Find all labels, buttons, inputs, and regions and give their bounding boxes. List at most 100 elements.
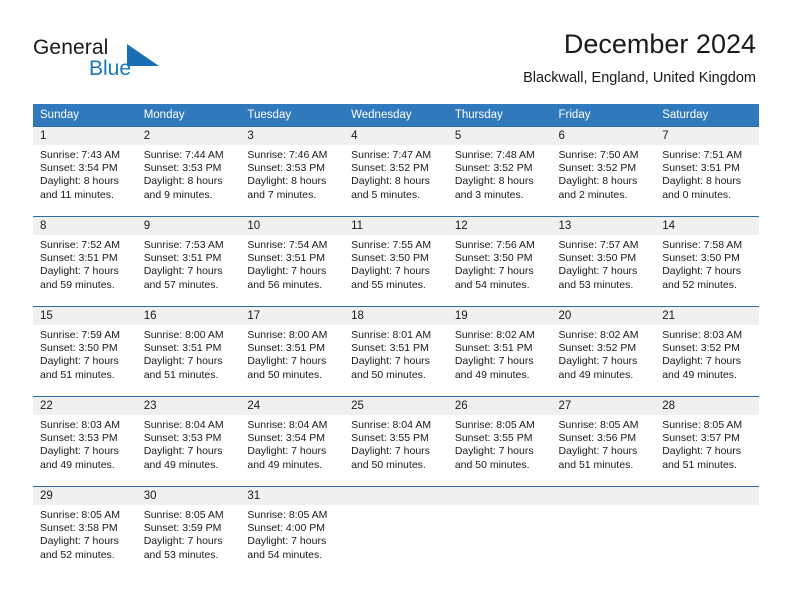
calendar-day-cell[interactable]: 13 Sunrise: 7:57 AM Sunset: 3:50 PM Dayligh… <box>551 216 656 307</box>
daylight-duration-line2: and 50 minutes. <box>247 368 323 381</box>
daylight-duration-line2: and 59 minutes. <box>40 278 115 291</box>
day-number: 30 <box>136 487 241 505</box>
day-cell-inner: 16 Sunrise: 8:00 AM Sunset: 3:51 PM Dayligh… <box>136 307 241 396</box>
day-number: 8 <box>33 217 137 235</box>
calendar-day-cell[interactable]: 10 Sunrise: 7:54 AM Sunset: 3:51 PM Dayligh… <box>240 216 345 307</box>
calendar-day-cell[interactable]: 25 Sunrise: 8:04 AM Sunset: 3:55 PM Dayligh… <box>344 396 448 487</box>
daylight-duration-line1: Daylight: 7 hours <box>558 355 638 368</box>
daylight-duration-line2: and 49 minutes. <box>454 368 530 381</box>
sunrise-time: Sunrise: 8:02 AM <box>558 329 639 341</box>
sunset-time: Sunset: 3:57 PM <box>662 432 740 445</box>
day-details: Sunrise: 8:01 AM Sunset: 3:51 PM Daylight:… <box>344 325 448 382</box>
calendar-day-cell[interactable]: 12 Sunrise: 7:56 AM Sunset: 3:50 PM Dayligh… <box>447 216 552 307</box>
day-cell-inner <box>447 487 552 576</box>
calendar-day-cell[interactable]: 20 Sunrise: 8:02 AM Sunset: 3:52 PM Dayligh… <box>551 306 656 397</box>
day-cell-inner: 13 Sunrise: 7:57 AM Sunset: 3:50 PM Dayligh… <box>551 217 656 306</box>
daylight-duration-line1: Daylight: 7 hours <box>40 535 119 548</box>
calendar-day-cell[interactable]: 19 Sunrise: 8:02 AM Sunset: 3:51 PM Dayligh… <box>447 306 552 397</box>
day-details: Sunrise: 7:43 AM Sunset: 3:54 PM Daylight:… <box>33 145 137 202</box>
calendar-day-cell[interactable]: 28 Sunrise: 8:05 AM Sunset: 3:57 PM Dayligh… <box>655 396 759 487</box>
sunrise-time: Sunrise: 7:55 AM <box>351 239 432 251</box>
sunset-time: Sunset: 3:51 PM <box>247 252 326 265</box>
calendar-day-cell[interactable]: 18 Sunrise: 8:01 AM Sunset: 3:51 PM Dayligh… <box>344 306 448 397</box>
calendar-day-cell[interactable]: 22 Sunrise: 8:03 AM Sunset: 3:53 PM Dayligh… <box>33 396 137 487</box>
calendar-day-cell[interactable]: 6 Sunrise: 7:50 AM Sunset: 3:52 PM Daylight… <box>551 126 656 217</box>
calendar-day-cell[interactable]: 31 Sunrise: 8:05 AM Sunset: 4:00 PM Dayligh… <box>240 486 345 576</box>
calendar-day-cell[interactable]: 26 Sunrise: 8:05 AM Sunset: 3:55 PM Dayligh… <box>447 396 552 487</box>
day-number: 14 <box>655 217 759 235</box>
sunrise-time: Sunrise: 8:00 AM <box>143 329 224 341</box>
day-number: 22 <box>33 397 137 415</box>
daylight-duration-line2: and 55 minutes. <box>351 278 426 291</box>
sunrise-time: Sunrise: 8:02 AM <box>454 329 535 341</box>
calendar-day-cell[interactable]: 30 Sunrise: 8:05 AM Sunset: 3:59 PM Dayligh… <box>136 486 241 576</box>
calendar-day-cell[interactable]: 23 Sunrise: 8:04 AM Sunset: 3:53 PM Dayligh… <box>136 396 241 487</box>
sunrise-sunset-calendar: Sunday Monday Tuesday Wednesday Thursday… <box>33 104 759 576</box>
calendar-day-cell[interactable]: 8 Sunrise: 7:52 AM Sunset: 3:51 PM Daylight… <box>33 216 137 307</box>
day-number: 26 <box>447 397 552 415</box>
day-cell-inner: 11 Sunrise: 7:55 AM Sunset: 3:50 PM Dayligh… <box>344 217 448 306</box>
day-number: 1 <box>33 127 137 145</box>
day-number <box>344 487 448 505</box>
day-details: Sunrise: 7:59 AM Sunset: 3:50 PM Daylight:… <box>33 325 137 382</box>
day-number: 18 <box>344 307 448 325</box>
daylight-duration-line1: Daylight: 8 hours <box>454 175 534 188</box>
day-cell-inner: 24 Sunrise: 8:04 AM Sunset: 3:54 PM Dayligh… <box>240 397 345 486</box>
calendar-day-cell[interactable]: 2 Sunrise: 7:44 AM Sunset: 3:53 PM Daylight… <box>136 126 241 217</box>
day-number: 16 <box>136 307 241 325</box>
day-cell-inner: 1 Sunrise: 7:43 AM Sunset: 3:54 PM Daylight… <box>33 127 137 216</box>
calendar-day-cell[interactable]: 11 Sunrise: 7:55 AM Sunset: 3:50 PM Dayligh… <box>344 216 448 307</box>
weekday-header-sunday: Sunday <box>33 104 137 127</box>
day-number: 9 <box>136 217 241 235</box>
sunset-time: Sunset: 3:50 PM <box>40 342 118 355</box>
daylight-duration-line2: and 0 minutes. <box>662 188 732 201</box>
calendar-day-cell[interactable]: 24 Sunrise: 8:04 AM Sunset: 3:54 PM Dayligh… <box>240 396 345 487</box>
sunrise-time: Sunrise: 8:04 AM <box>247 419 328 431</box>
logo-text-blue: Blue <box>89 57 132 80</box>
daylight-duration-line1: Daylight: 7 hours <box>662 445 742 458</box>
sunrise-time: Sunrise: 8:05 AM <box>247 509 328 521</box>
daylight-duration-line1: Daylight: 7 hours <box>247 445 327 458</box>
day-details: Sunrise: 7:56 AM Sunset: 3:50 PM Daylight:… <box>448 235 552 292</box>
sunset-time: Sunset: 3:53 PM <box>143 162 222 175</box>
calendar-day-cell[interactable]: 17 Sunrise: 8:00 AM Sunset: 3:51 PM Dayligh… <box>240 306 345 397</box>
day-cell-inner: 28 Sunrise: 8:05 AM Sunset: 3:57 PM Dayligh… <box>655 397 759 486</box>
calendar-day-cell[interactable]: 4 Sunrise: 7:47 AM Sunset: 3:52 PM Daylight… <box>344 126 448 217</box>
sunset-time: Sunset: 3:52 PM <box>558 162 637 175</box>
calendar-day-cell[interactable]: 7 Sunrise: 7:51 AM Sunset: 3:51 PM Daylight… <box>655 126 759 217</box>
calendar-day-cell[interactable]: 27 Sunrise: 8:05 AM Sunset: 3:56 PM Dayligh… <box>551 396 656 487</box>
sunset-time: Sunset: 3:52 PM <box>662 342 740 355</box>
calendar-day-cell[interactable]: 16 Sunrise: 8:00 AM Sunset: 3:51 PM Dayligh… <box>136 306 241 397</box>
daylight-duration-line2: and 50 minutes. <box>351 368 426 381</box>
day-number: 21 <box>655 307 759 325</box>
sunrise-time: Sunrise: 7:59 AM <box>40 329 120 341</box>
day-cell-inner: 20 Sunrise: 8:02 AM Sunset: 3:52 PM Dayligh… <box>551 307 656 396</box>
calendar-day-cell[interactable]: 15 Sunrise: 7:59 AM Sunset: 3:50 PM Dayligh… <box>33 306 137 397</box>
day-details: Sunrise: 8:04 AM Sunset: 3:55 PM Daylight:… <box>344 415 448 472</box>
calendar-day-cell[interactable]: 21 Sunrise: 8:03 AM Sunset: 3:52 PM Dayligh… <box>655 306 759 397</box>
calendar-day-cell[interactable]: 14 Sunrise: 7:58 AM Sunset: 3:50 PM Dayligh… <box>655 216 759 307</box>
calendar-day-cell[interactable]: 1 Sunrise: 7:43 AM Sunset: 3:54 PM Daylight… <box>33 126 137 217</box>
general-blue-logo[interactable]: General Blue <box>33 36 213 82</box>
daylight-duration-line2: and 50 minutes. <box>351 458 426 471</box>
calendar-day-cell[interactable]: 29 Sunrise: 8:05 AM Sunset: 3:58 PM Dayligh… <box>33 486 137 576</box>
day-details: Sunrise: 7:54 AM Sunset: 3:51 PM Daylight:… <box>240 235 344 292</box>
sunrise-time: Sunrise: 7:46 AM <box>247 149 328 161</box>
daylight-duration-line1: Daylight: 7 hours <box>454 265 534 278</box>
daylight-duration-line1: Daylight: 7 hours <box>351 265 430 278</box>
daylight-duration-line2: and 50 minutes. <box>454 458 530 471</box>
calendar-day-cell[interactable]: 3 Sunrise: 7:46 AM Sunset: 3:53 PM Daylight… <box>240 126 345 217</box>
day-details: Sunrise: 7:57 AM Sunset: 3:50 PM Daylight:… <box>552 235 656 292</box>
calendar-day-cell[interactable]: 9 Sunrise: 7:53 AM Sunset: 3:51 PM Daylight… <box>136 216 241 307</box>
daylight-duration-line1: Daylight: 7 hours <box>558 265 638 278</box>
daylight-duration-line2: and 52 minutes. <box>40 548 115 561</box>
sunset-time: Sunset: 3:53 PM <box>143 432 222 445</box>
calendar-day-cell[interactable]: 5 Sunrise: 7:48 AM Sunset: 3:52 PM Daylight… <box>447 126 552 217</box>
daylight-duration-line1: Daylight: 7 hours <box>247 265 327 278</box>
sunset-time: Sunset: 3:52 PM <box>351 162 429 175</box>
day-cell-inner: 18 Sunrise: 8:01 AM Sunset: 3:51 PM Dayligh… <box>344 307 448 396</box>
sunset-time: Sunset: 3:51 PM <box>40 252 118 265</box>
day-cell-inner <box>344 487 448 576</box>
sunset-time: Sunset: 3:58 PM <box>40 522 118 535</box>
sunrise-time: Sunrise: 7:52 AM <box>40 239 120 251</box>
